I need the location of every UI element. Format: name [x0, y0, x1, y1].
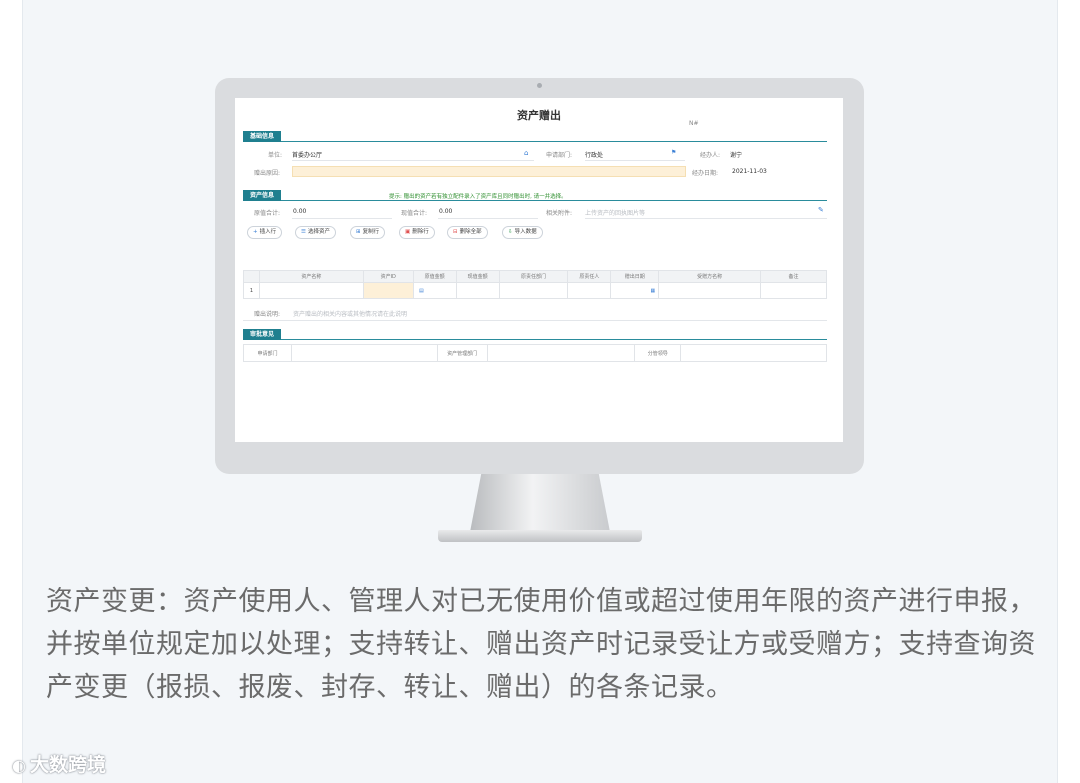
attach-input[interactable]: 上传资产的回执图片等 [585, 208, 645, 217]
form-number: N# [689, 120, 699, 127]
cur-total-label: 现值合计: [401, 210, 428, 217]
col-orig-dept: 原责任部门 [498, 270, 569, 283]
col-asset-name: 资产名称 [258, 270, 364, 283]
approval-row: 申请部门 资产管理部门 分管领导 [243, 344, 827, 362]
col-orig-amount: 原值金额 [412, 270, 457, 283]
logo-icon: ◐ [12, 756, 26, 775]
copy-icon[interactable]: ▤ [419, 288, 424, 294]
approval-asset-dept-label: 资产管理部门 [436, 344, 488, 362]
asset-id-cell[interactable]: ▤ [362, 282, 424, 299]
paperclip-icon[interactable]: ✎ [818, 206, 824, 214]
reason-input[interactable] [292, 166, 686, 177]
home-icon[interactable]: ⌂ [524, 149, 528, 157]
monitor-frame: 资产赠出 N# 基础信息 单位: 首委办公厅 ⌂ 申请部门: 行政处 ⚑ 经办人… [215, 78, 864, 474]
delete-all-button[interactable]: ⊟ 删除全部 [447, 226, 488, 239]
approval-section-header: 审批意见 [243, 329, 827, 340]
approval-leader-field[interactable] [680, 344, 827, 362]
insert-row-button[interactable]: + 插入行 [247, 226, 283, 239]
monitor-stand-neck [470, 474, 610, 532]
col-cur-amount: 现值金额 [455, 270, 500, 283]
col-asset-id: 资产ID [362, 270, 414, 283]
basic-section-header: 基础信息 [243, 131, 827, 142]
import-data-button[interactable]: ⇩ 导入数据 [502, 226, 543, 239]
row-number: 1 [243, 282, 260, 299]
monitor-stand-base [438, 530, 642, 542]
unit-label: 单位: [268, 152, 283, 159]
col-date: 赠出日期 [610, 270, 660, 283]
remark-label: 赠出说明: [254, 311, 281, 318]
handler-field[interactable]: 谢宁 [730, 150, 742, 159]
camera-dot [537, 83, 542, 88]
date-label: 经办日期: [692, 170, 719, 177]
basic-section-title: 基础信息 [243, 131, 282, 142]
asset-section-title: 资产信息 [243, 190, 282, 201]
approval-asset-dept-field[interactable] [486, 344, 636, 362]
delete-row-button[interactable]: ▣ 删除行 [399, 226, 435, 239]
copy-row-button[interactable]: ⊞ 复制行 [350, 226, 386, 239]
dept-label: 申请部门: [546, 152, 573, 159]
approval-table: 申请部门 资产管理部门 分管领导 [243, 344, 827, 362]
orig-total-value: 0.00 [293, 208, 307, 215]
approval-section-title: 审批意见 [243, 329, 282, 340]
col-recipient: 受赠方名称 [658, 270, 762, 283]
feature-description: 资产变更：资产使用人、管理人对已无使用价值或超过使用年限的资产进行申报，并按单位… [46, 586, 1036, 703]
dept-field[interactable]: 行政处 [585, 150, 603, 159]
monitor-screen: 资产赠出 N# 基础信息 单位: 首委办公厅 ⌂ 申请部门: 行政处 ⚑ 经办人… [235, 98, 843, 442]
import-icon: ⇩ [508, 229, 513, 235]
watermark-logo: ◐ 大数跨境 [12, 754, 106, 776]
date-field[interactable]: 2021-11-03 [732, 168, 767, 175]
select-icon: ☰ [301, 229, 306, 235]
table-header-row: 资产名称 资产ID 原值金额 现值金额 原责任部门 原责任人 赠出日期 受赠方名… [243, 270, 827, 283]
reason-label: 赠出原因: [254, 170, 281, 177]
form-title: 资产赠出 [517, 109, 561, 122]
calendar-icon[interactable]: ▦ [651, 288, 656, 294]
remark-input[interactable]: 资产赠出的相关内容或其他情况请在此说明 [293, 309, 407, 318]
unit-field[interactable]: 首委办公厅 [292, 150, 322, 159]
col-remark: 备注 [760, 270, 827, 283]
attach-label: 相关附件: [546, 210, 573, 217]
approval-leader-label: 分管领导 [634, 344, 682, 362]
trash-all-icon: ⊟ [453, 229, 458, 235]
trash-icon: ▣ [405, 229, 411, 235]
orig-total-label: 原值合计: [254, 210, 281, 217]
cur-total-value: 0.00 [439, 208, 453, 215]
table-row[interactable]: 1 ▤ ▦ [243, 282, 827, 299]
copy-icon: ⊞ [356, 229, 361, 235]
plus-icon: + [253, 229, 258, 235]
flag-icon[interactable]: ⚑ [671, 149, 676, 156]
handler-label: 经办人: [700, 152, 721, 159]
asset-table: 资产名称 资产ID 原值金额 现值金额 原责任部门 原责任人 赠出日期 受赠方名… [243, 270, 827, 299]
asset-tip: 提示: 赠出的资产若有独立配件录入了资产库且同时赠出时, 请一并选择。 [389, 194, 567, 200]
col-orig-person: 原责任人 [567, 270, 612, 283]
approval-applicant-field[interactable] [290, 344, 438, 362]
approval-applicant-label: 申请部门 [243, 344, 292, 362]
select-asset-button[interactable]: ☰ 选择资产 [295, 226, 336, 239]
